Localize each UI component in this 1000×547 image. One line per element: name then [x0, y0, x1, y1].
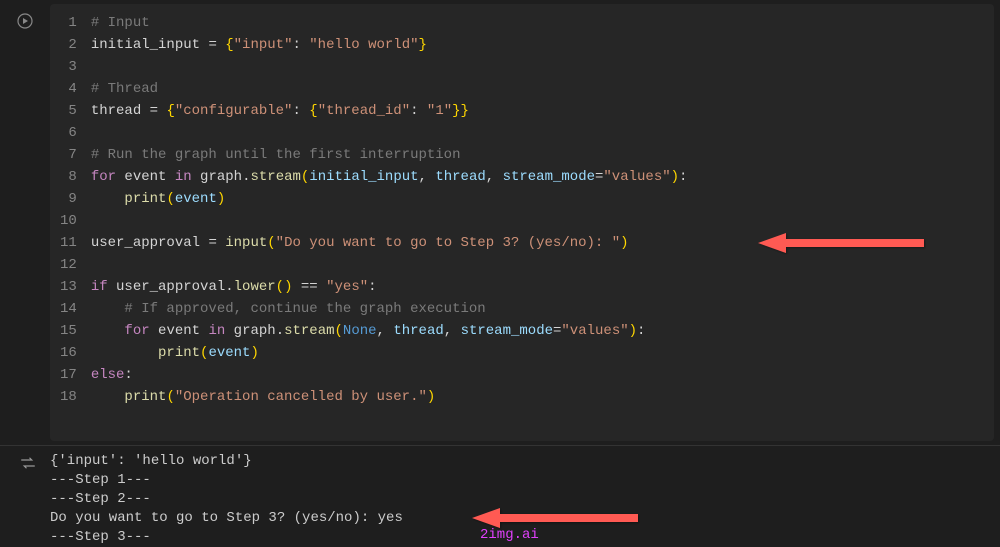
line-number: 2: [60, 34, 77, 56]
code-line[interactable]: print(event): [91, 188, 994, 210]
output-line: ---Step 2---: [50, 490, 994, 509]
line-number: 3: [60, 56, 77, 78]
line-number: 15: [60, 320, 77, 342]
code-line[interactable]: # Thread: [91, 78, 994, 100]
code-line[interactable]: user_approval = input("Do you want to go…: [91, 232, 994, 254]
code-line[interactable]: # Input: [91, 12, 994, 34]
line-number: 9: [60, 188, 77, 210]
line-number: 4: [60, 78, 77, 100]
run-cell-button[interactable]: [14, 10, 36, 32]
rerun-icon[interactable]: [19, 454, 37, 547]
line-number: 1: [60, 12, 77, 34]
line-number: 12: [60, 254, 77, 276]
code-line[interactable]: [91, 56, 994, 78]
code-line[interactable]: else:: [91, 364, 994, 386]
line-number: 5: [60, 100, 77, 122]
code-line[interactable]: thread = {"configurable": {"thread_id": …: [91, 100, 994, 122]
output-area: {'input': 'hello world'}---Step 1------S…: [0, 445, 1000, 547]
line-number: 14: [60, 298, 77, 320]
output-content: {'input': 'hello world'}---Step 1------S…: [50, 452, 994, 547]
editor-gutter: [0, 0, 50, 445]
line-number: 13: [60, 276, 77, 298]
code-line[interactable]: # Run the graph until the first interrup…: [91, 144, 994, 166]
code-line[interactable]: print(event): [91, 342, 994, 364]
editor-area: 123456789101112131415161718 # Inputiniti…: [0, 0, 1000, 445]
line-number: 11: [60, 232, 77, 254]
line-number: 16: [60, 342, 77, 364]
code-line[interactable]: [91, 210, 994, 232]
line-number-gutter: 123456789101112131415161718: [50, 12, 91, 433]
code-cell[interactable]: 123456789101112131415161718 # Inputiniti…: [50, 4, 994, 441]
line-number: 6: [60, 122, 77, 144]
code-line[interactable]: for event in graph.stream(initial_input,…: [91, 166, 994, 188]
line-number: 8: [60, 166, 77, 188]
output-gutter: [6, 452, 50, 547]
code-line[interactable]: print("Operation cancelled by user."): [91, 386, 994, 408]
code-line[interactable]: [91, 122, 994, 144]
code-content[interactable]: # Inputinitial_input = {"input": "hello …: [91, 12, 994, 433]
line-number: 18: [60, 386, 77, 408]
line-number: 7: [60, 144, 77, 166]
play-icon: [17, 13, 33, 29]
line-number: 10: [60, 210, 77, 232]
code-line[interactable]: initial_input = {"input": "hello world"}: [91, 34, 994, 56]
code-line[interactable]: if user_approval.lower() == "yes":: [91, 276, 994, 298]
code-line[interactable]: for event in graph.stream(None, thread, …: [91, 320, 994, 342]
output-line: {'input': 'hello world'}: [50, 452, 994, 471]
code-line[interactable]: [91, 254, 994, 276]
output-line: ---Step 1---: [50, 471, 994, 490]
watermark: 2img.ai: [480, 526, 539, 545]
line-number: 17: [60, 364, 77, 386]
code-line[interactable]: # If approved, continue the graph execut…: [91, 298, 994, 320]
